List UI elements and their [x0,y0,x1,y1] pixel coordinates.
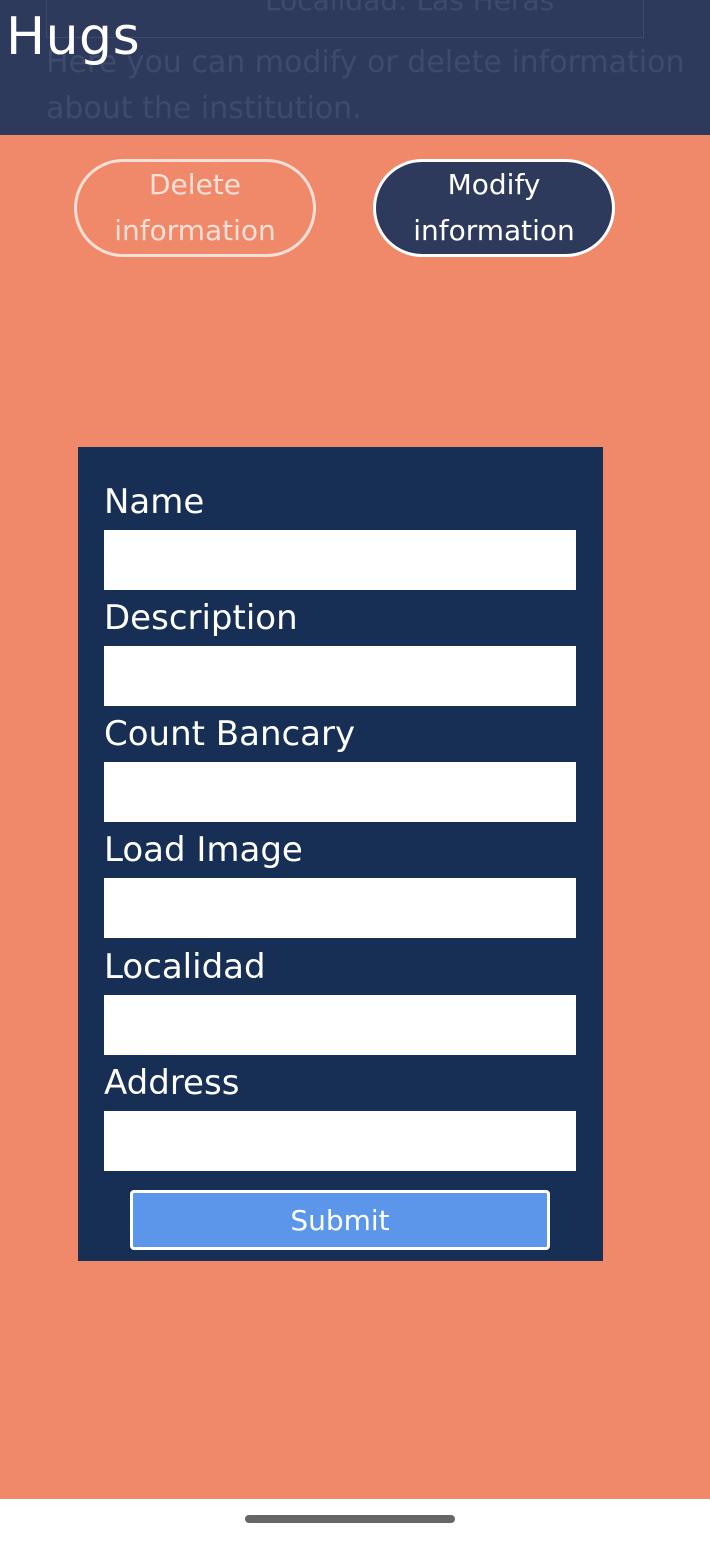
load-image-label: Load Image [104,830,303,870]
scrolled-description-text: Here you can modify or delete informatio… [46,45,685,126]
name-label: Name [104,482,205,522]
count-bancary-label: Count Bancary [104,714,356,754]
delete-information-button[interactable]: Delete information [74,159,316,257]
name-input[interactable] [104,530,576,590]
address-input[interactable] [104,1111,576,1171]
count-bancary-input[interactable] [104,762,576,822]
description-input[interactable] [104,646,576,706]
modify-information-label: Modify information [413,168,575,247]
localidad-input[interactable] [104,995,576,1055]
system-navigation-bar [0,1499,710,1541]
load-image-input[interactable] [104,878,576,938]
institution-form: Name Description Count Bancary Load Imag… [78,447,603,1261]
delete-information-label: Delete information [114,168,276,247]
home-indicator[interactable] [245,1515,455,1523]
localidad-label: Localidad [104,947,266,987]
modify-information-button[interactable]: Modify information [373,159,615,257]
app-header: Localidad: Las Heras Here you can modify… [0,0,710,135]
submit-button[interactable]: Submit [130,1190,550,1250]
app-brand-title: Hugs [6,7,141,67]
address-label: Address [104,1063,240,1103]
description-label: Description [104,598,298,638]
scrolled-locality-text: Localidad: Las Heras [265,0,555,17]
